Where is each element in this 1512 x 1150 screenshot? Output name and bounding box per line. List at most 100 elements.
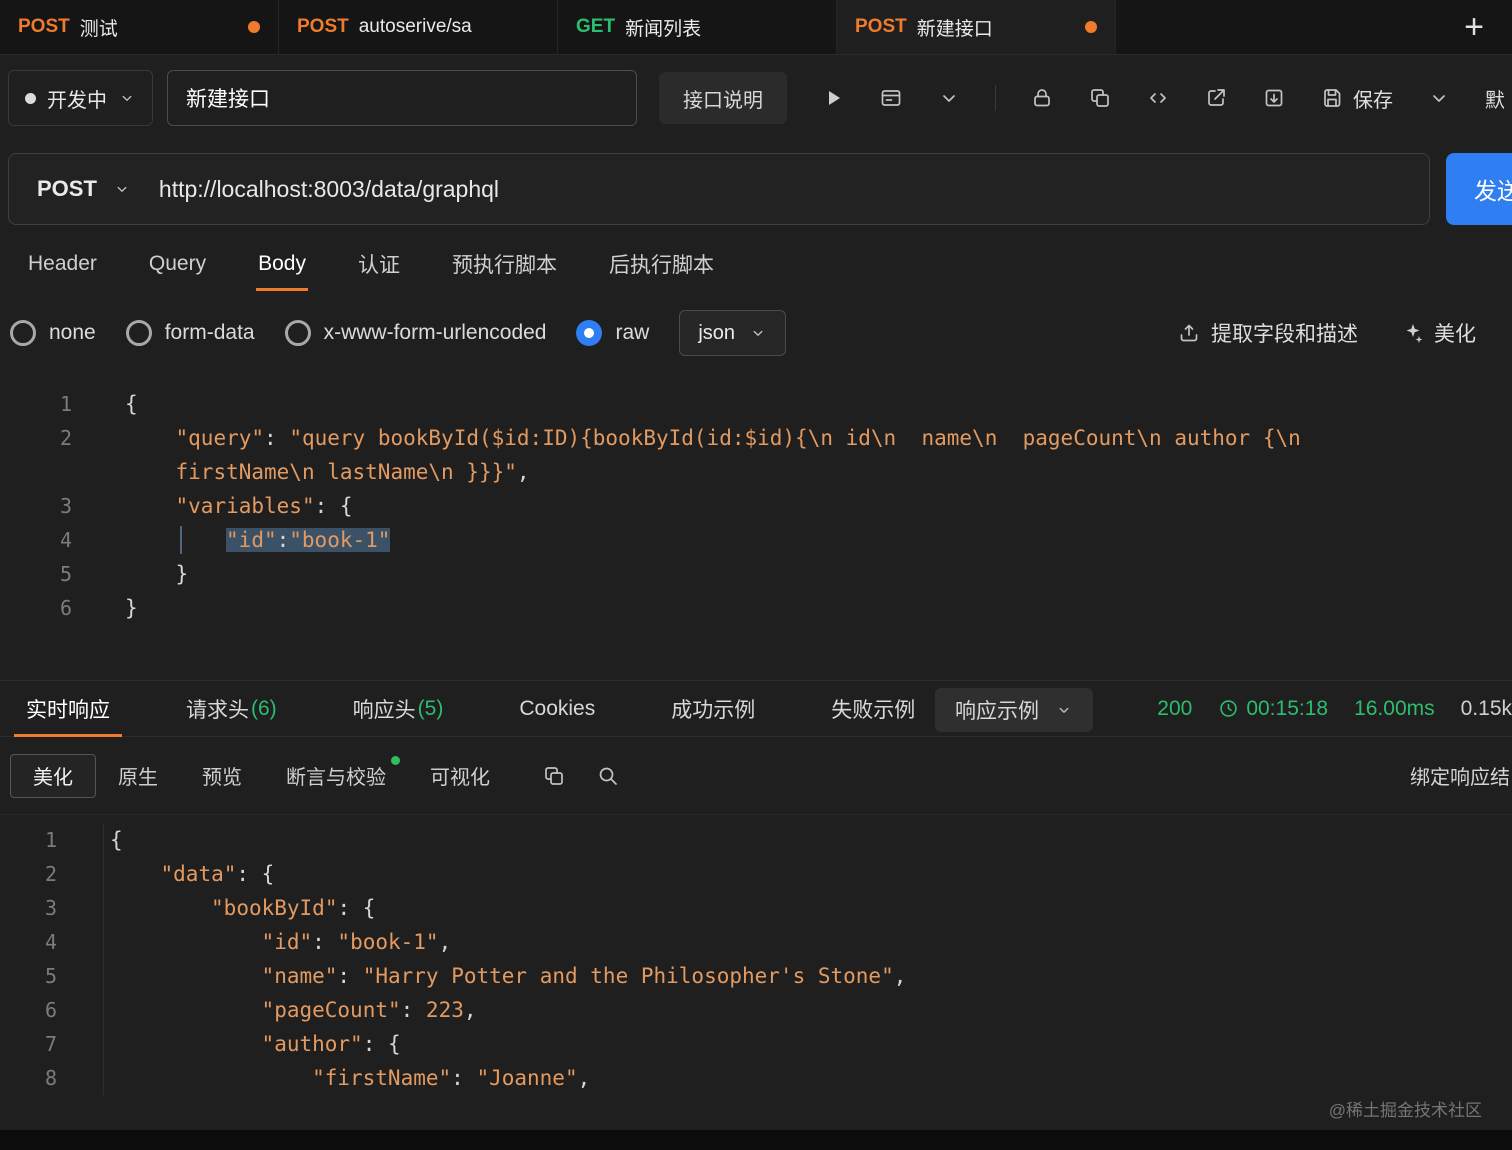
- body-type-radio[interactable]: x-www-form-urlencoded: [284, 320, 546, 346]
- code-token: "id": [226, 528, 277, 552]
- run-options-button[interactable]: [937, 86, 961, 110]
- code-token: :: [400, 998, 426, 1022]
- body-type-radio[interactable]: form-data: [125, 320, 255, 346]
- response-tab[interactable]: 响应头 (5): [337, 681, 460, 736]
- code-token: "bookById": [211, 896, 338, 920]
- response-sample-select[interactable]: 响应示例: [935, 688, 1093, 732]
- beautify-button[interactable]: 美化: [1400, 318, 1476, 348]
- code-text: "query": "query bookById($id:ID){bookByI…: [125, 421, 1512, 489]
- api-doc-button[interactable]: 接口说明: [659, 72, 787, 124]
- response-view-tab[interactable]: 可视化: [408, 754, 512, 798]
- body-type-radio[interactable]: raw: [576, 320, 649, 346]
- response-tab[interactable]: 请求头 (6): [170, 681, 293, 736]
- url-input[interactable]: [158, 154, 1429, 224]
- status-label: 开发中: [47, 89, 107, 112]
- code-token: : {: [362, 1032, 401, 1056]
- line-number: 5: [59, 562, 72, 586]
- code-text: {: [110, 823, 1512, 857]
- unsaved-dot-icon: [248, 21, 260, 33]
- code-text: {: [125, 387, 1512, 421]
- api-tab[interactable]: POST 测试: [0, 0, 279, 54]
- chevron-down-icon: [117, 186, 127, 192]
- code-text: "data": {: [110, 857, 1512, 891]
- response-view-group: 美化 原生 预览 断言与校验 可视化: [10, 753, 512, 798]
- generate-code-button[interactable]: [1146, 86, 1170, 110]
- tab-method-label: GET: [576, 16, 616, 37]
- api-tab[interactable]: GET 新闻列表: [558, 0, 837, 54]
- response-view-label: 预览: [202, 767, 242, 789]
- body-format-select[interactable]: json: [679, 310, 787, 356]
- request-tab[interactable]: Body: [232, 237, 332, 291]
- environment-select[interactable]: 默认环境: [1485, 84, 1504, 113]
- save-options-button[interactable]: [1427, 86, 1451, 110]
- response-view-tab[interactable]: 原生: [96, 754, 180, 798]
- body-actions: 提取字段和描述 美化: [1177, 318, 1476, 348]
- run-panel-button[interactable]: [879, 86, 903, 110]
- response-body-editor[interactable]: 1{2 "data": {3 "bookById": {4 "id": "book-1…: [0, 815, 1512, 1130]
- request-tab[interactable]: Query: [123, 237, 232, 291]
- response-view-tab[interactable]: 预览: [180, 754, 264, 798]
- response-view-tab[interactable]: 断言与校验: [264, 754, 408, 798]
- assert-dot-icon: [391, 755, 400, 765]
- status-code: 200: [1157, 696, 1193, 720]
- run-button[interactable]: [821, 86, 845, 110]
- code-token: : {: [337, 896, 376, 920]
- tab-title: 测试: [79, 18, 118, 40]
- chevron-down-icon: [943, 95, 955, 102]
- code-token: {: [110, 828, 123, 852]
- response-tab-count: (6): [251, 696, 277, 720]
- request-tab[interactable]: 后执行脚本: [583, 237, 740, 291]
- api-tab[interactable]: POST 新建接口: [837, 0, 1116, 54]
- new-tab-button[interactable]: +: [1436, 0, 1512, 54]
- extract-fields-button[interactable]: 提取字段和描述: [1177, 318, 1358, 348]
- send-button[interactable]: 发送: [1446, 153, 1512, 225]
- copy-button[interactable]: [1088, 86, 1112, 110]
- code-token: "query": [175, 426, 265, 450]
- response-view-tab[interactable]: 美化: [10, 753, 96, 798]
- response-view-label: 断言与校验: [286, 767, 386, 789]
- request-tab[interactable]: 预执行脚本: [426, 237, 583, 291]
- response-tab[interactable]: Cookies: [503, 681, 611, 736]
- method-select[interactable]: POST: [9, 154, 159, 224]
- beautify-label: 美化: [1434, 323, 1476, 346]
- bind-response-button[interactable]: 绑定响应结: [1410, 761, 1510, 790]
- body-type-radio[interactable]: none: [10, 320, 96, 346]
- code-token: :: [312, 930, 338, 954]
- code-line: 7 "author": {: [0, 1027, 1512, 1061]
- tab-title: 新建接口: [916, 18, 993, 40]
- response-tab[interactable]: 实时响应: [10, 681, 126, 737]
- response-tab-label: 成功示例: [671, 698, 756, 722]
- chevron-down-icon: [122, 95, 132, 101]
- line-number: 1: [59, 392, 72, 416]
- save-button[interactable]: 保存: [1320, 84, 1393, 113]
- clone-button[interactable]: [1262, 86, 1286, 110]
- request-tab[interactable]: 认证: [332, 237, 426, 291]
- lock-button[interactable]: [1030, 86, 1054, 110]
- code-token: "id": [261, 930, 313, 954]
- response-tab[interactable]: 成功示例: [655, 681, 771, 736]
- status-dot-icon: [25, 92, 36, 104]
- code-token: ,: [463, 998, 477, 1022]
- request-url-row: POST 发送: [0, 141, 1512, 237]
- api-status-select[interactable]: 开发中: [8, 70, 153, 126]
- api-tab[interactable]: POST autoserive/sa: [279, 0, 558, 54]
- code-token: "pageCount": [261, 998, 401, 1022]
- code-token: ,: [893, 964, 907, 988]
- share-button[interactable]: [1204, 86, 1228, 110]
- code-token: "Joanne": [476, 1066, 578, 1090]
- response-copy-button[interactable]: [542, 764, 566, 788]
- code-text: }: [125, 591, 1512, 625]
- request-tabs: Header Query Body 认证 预执行脚本 后执行脚本: [0, 237, 1512, 291]
- code-token: "name": [261, 964, 338, 988]
- code-text: "variables": {: [125, 489, 1512, 523]
- code-icon: [1150, 93, 1166, 103]
- api-name-input[interactable]: [167, 70, 637, 126]
- body-format-label: json: [698, 321, 736, 344]
- request-body-editor[interactable]: 1{2 "query": "query bookById($id:ID){book…: [0, 375, 1512, 680]
- response-search-button[interactable]: [596, 764, 620, 788]
- line-number: 4: [59, 528, 72, 552]
- code-text: "pageCount": 223,: [110, 993, 1512, 1027]
- line-number: 2: [0, 857, 104, 891]
- request-tab[interactable]: Header: [2, 237, 123, 291]
- response-tab[interactable]: 失败示例: [815, 681, 931, 736]
